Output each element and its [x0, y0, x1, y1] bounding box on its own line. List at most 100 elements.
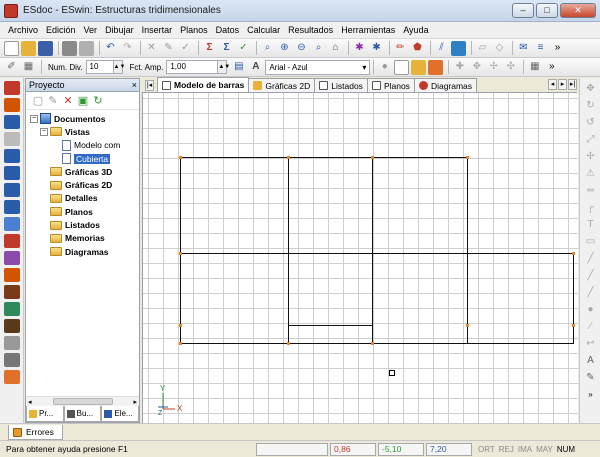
pencil-icon[interactable]: ✏ — [393, 41, 408, 56]
comment-icon[interactable]: ✉ — [516, 41, 531, 56]
scale-icon[interactable]: ⤢ — [584, 133, 597, 146]
tree-node-memorias[interactable]: Memorias — [26, 232, 139, 245]
node-marker[interactable] — [572, 252, 575, 255]
refresh-icon[interactable]: ↻ — [92, 95, 104, 107]
line-red-icon[interactable] — [4, 234, 20, 248]
tree-node-diagramas[interactable]: Diagramas — [26, 245, 139, 258]
tree-node-detalles[interactable]: Detalles — [26, 192, 139, 205]
more-icon-2[interactable]: » — [544, 60, 559, 75]
tabs-first-icon[interactable]: |◂ — [145, 80, 154, 91]
table-icon[interactable]: ▦ — [527, 60, 542, 75]
menu-calcular[interactable]: Calcular — [243, 25, 284, 35]
more-icon[interactable]: » — [550, 41, 565, 56]
num-div-spinner[interactable]: ▲▼ — [113, 60, 125, 74]
tag-icon[interactable] — [4, 268, 20, 282]
calendar-icon[interactable]: ▤ — [231, 60, 246, 75]
num-div-input[interactable]: 10 — [85, 60, 114, 74]
column-icon[interactable] — [4, 319, 20, 333]
tree-node-documentos[interactable]: − Documentos — [26, 112, 139, 125]
zoom-icon[interactable]: ⌕ — [260, 41, 275, 56]
tabs-last-icon[interactable]: ▸| — [568, 79, 577, 90]
node-marker[interactable] — [287, 342, 290, 345]
rect-icon[interactable]: ▭ — [584, 235, 597, 248]
pen-icon[interactable]: ✎ — [584, 371, 597, 384]
hline-icon[interactable]: ═ — [584, 184, 597, 197]
structure-icon[interactable]: ✱ — [369, 41, 384, 56]
line2-icon[interactable]: ╱ — [584, 269, 597, 282]
minimize-button[interactable]: – — [512, 3, 534, 18]
menu-planos[interactable]: Planos — [176, 25, 212, 35]
zoom-out-icon[interactable]: ⊖ — [294, 41, 309, 56]
tree-node-graficas-2d[interactable]: Gráficas 2D — [26, 178, 139, 191]
tree-node-modelo[interactable]: Modelo com — [26, 139, 139, 152]
slab-icon[interactable] — [4, 336, 20, 350]
highlighter-icon[interactable] — [4, 370, 20, 384]
collapse-icon[interactable]: − — [40, 127, 48, 136]
node-marker[interactable] — [179, 342, 182, 345]
open-folder-icon[interactable] — [21, 40, 36, 56]
tab-diagramas[interactable]: Diagramas — [413, 78, 478, 92]
scroll-thumb[interactable] — [52, 398, 113, 405]
wand-icon[interactable]: ⁄ — [584, 320, 597, 333]
panel-horizontal-scrollbar[interactable]: ◂ ▸ — [26, 396, 139, 406]
rotate-cw-icon[interactable]: ↻ — [584, 99, 597, 112]
menu-archivo[interactable]: Archivo — [4, 25, 42, 35]
hook-icon[interactable]: ↩ — [584, 337, 597, 350]
tree-node-vistas[interactable]: − Vistas — [26, 125, 139, 138]
fct-amp-spinner[interactable]: ▲▼ — [218, 60, 230, 74]
node-marker[interactable] — [371, 156, 374, 159]
brush-icon[interactable]: ● — [584, 303, 597, 316]
text-a-icon[interactable]: A — [584, 354, 597, 367]
grid-tool-icon[interactable]: ▦ — [21, 60, 36, 75]
menu-dibujar[interactable]: Dibujar — [101, 25, 138, 35]
edit-item-icon[interactable]: ✎ — [47, 95, 59, 107]
lamp-icon[interactable]: ● — [377, 60, 392, 75]
snap-icon[interactable]: ✚ — [452, 60, 467, 75]
load-icon[interactable] — [4, 166, 20, 180]
panel-tab-elementos[interactable]: Ele... — [101, 406, 140, 422]
sum-blue-icon[interactable]: Σ — [219, 41, 234, 56]
scroll-right-icon[interactable]: ▸ — [133, 398, 137, 406]
menu-ayuda[interactable]: Ayuda — [399, 25, 432, 35]
delete-icon[interactable]: ✕ — [144, 41, 159, 56]
model-alt-icon[interactable] — [4, 98, 20, 112]
menu-herramientas[interactable]: Herramientas — [337, 25, 399, 35]
save-icon[interactable] — [38, 40, 53, 56]
menu-datos[interactable]: Datos — [212, 25, 244, 35]
collapse-icon[interactable]: − — [30, 114, 38, 123]
node-marker[interactable] — [371, 342, 374, 345]
export-icon[interactable]: ▣ — [77, 95, 89, 107]
nodes-icon[interactable]: ✱ — [352, 41, 367, 56]
font-select[interactable]: Arial - Azul ▾ — [265, 59, 371, 75]
bar-icon[interactable] — [4, 132, 20, 146]
panel-tab-proyecto[interactable]: Pr... — [26, 406, 64, 422]
tab-listados[interactable]: Listados — [314, 78, 368, 92]
rotate-icon[interactable]: ✢ — [486, 60, 501, 75]
check-grey-icon[interactable]: ✓ — [178, 41, 193, 56]
fct-amp-input[interactable]: 1,00 — [166, 60, 219, 74]
print-icon[interactable] — [62, 40, 77, 56]
eraser-icon[interactable]: ▱ — [475, 41, 490, 56]
new-doc-icon[interactable] — [394, 59, 410, 75]
menu-resultados[interactable]: Resultados — [284, 25, 337, 35]
print-preview-icon[interactable] — [79, 40, 94, 56]
tree-node-planos[interactable]: Planos — [26, 205, 139, 218]
node-marker[interactable] — [179, 324, 182, 327]
model-icon[interactable] — [4, 81, 20, 95]
menu-edicion[interactable]: Edición — [42, 25, 80, 35]
menu-ver[interactable]: Ver — [80, 25, 102, 35]
line3-icon[interactable]: ╱ — [584, 286, 597, 299]
door-icon[interactable] — [4, 285, 20, 299]
wall-icon[interactable] — [4, 302, 20, 316]
scroll-left-icon[interactable]: ◂ — [28, 398, 32, 406]
rotate-ccw-icon[interactable]: ↺ — [584, 116, 597, 129]
section-icon[interactable] — [4, 183, 20, 197]
node-icon[interactable] — [4, 115, 20, 129]
tab-modelo-de-barras[interactable]: Modelo de barras — [157, 77, 250, 92]
material-icon[interactable] — [4, 200, 20, 214]
zoom-window-icon[interactable]: ⌕ — [311, 41, 326, 56]
node-marker[interactable] — [466, 156, 469, 159]
node-marker[interactable] — [179, 156, 182, 159]
move-icon[interactable]: ✢ — [584, 150, 597, 163]
tab-graficas-2d[interactable]: Gráficas 2D — [248, 78, 316, 92]
